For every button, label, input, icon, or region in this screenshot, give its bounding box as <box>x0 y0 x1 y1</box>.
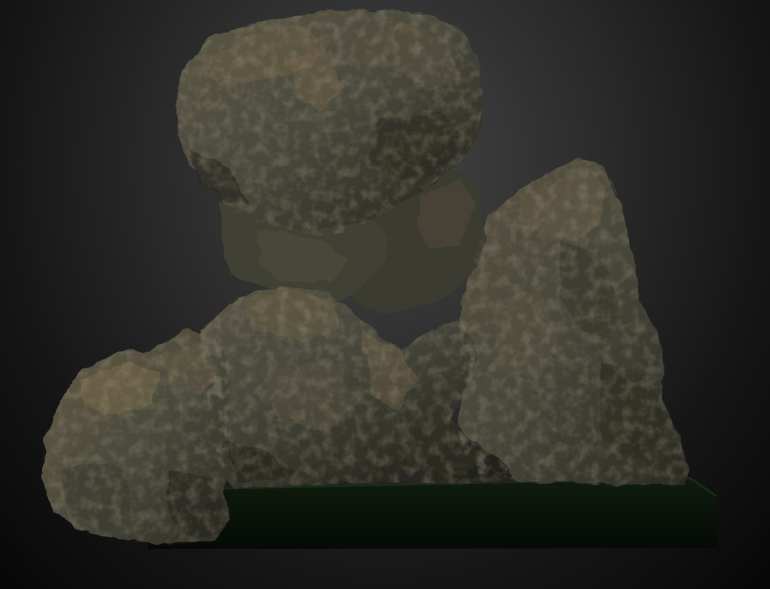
render-viewport[interactable] <box>0 0 770 589</box>
rock-sculpture-render <box>42 10 718 549</box>
pedestal-slab <box>147 476 718 549</box>
